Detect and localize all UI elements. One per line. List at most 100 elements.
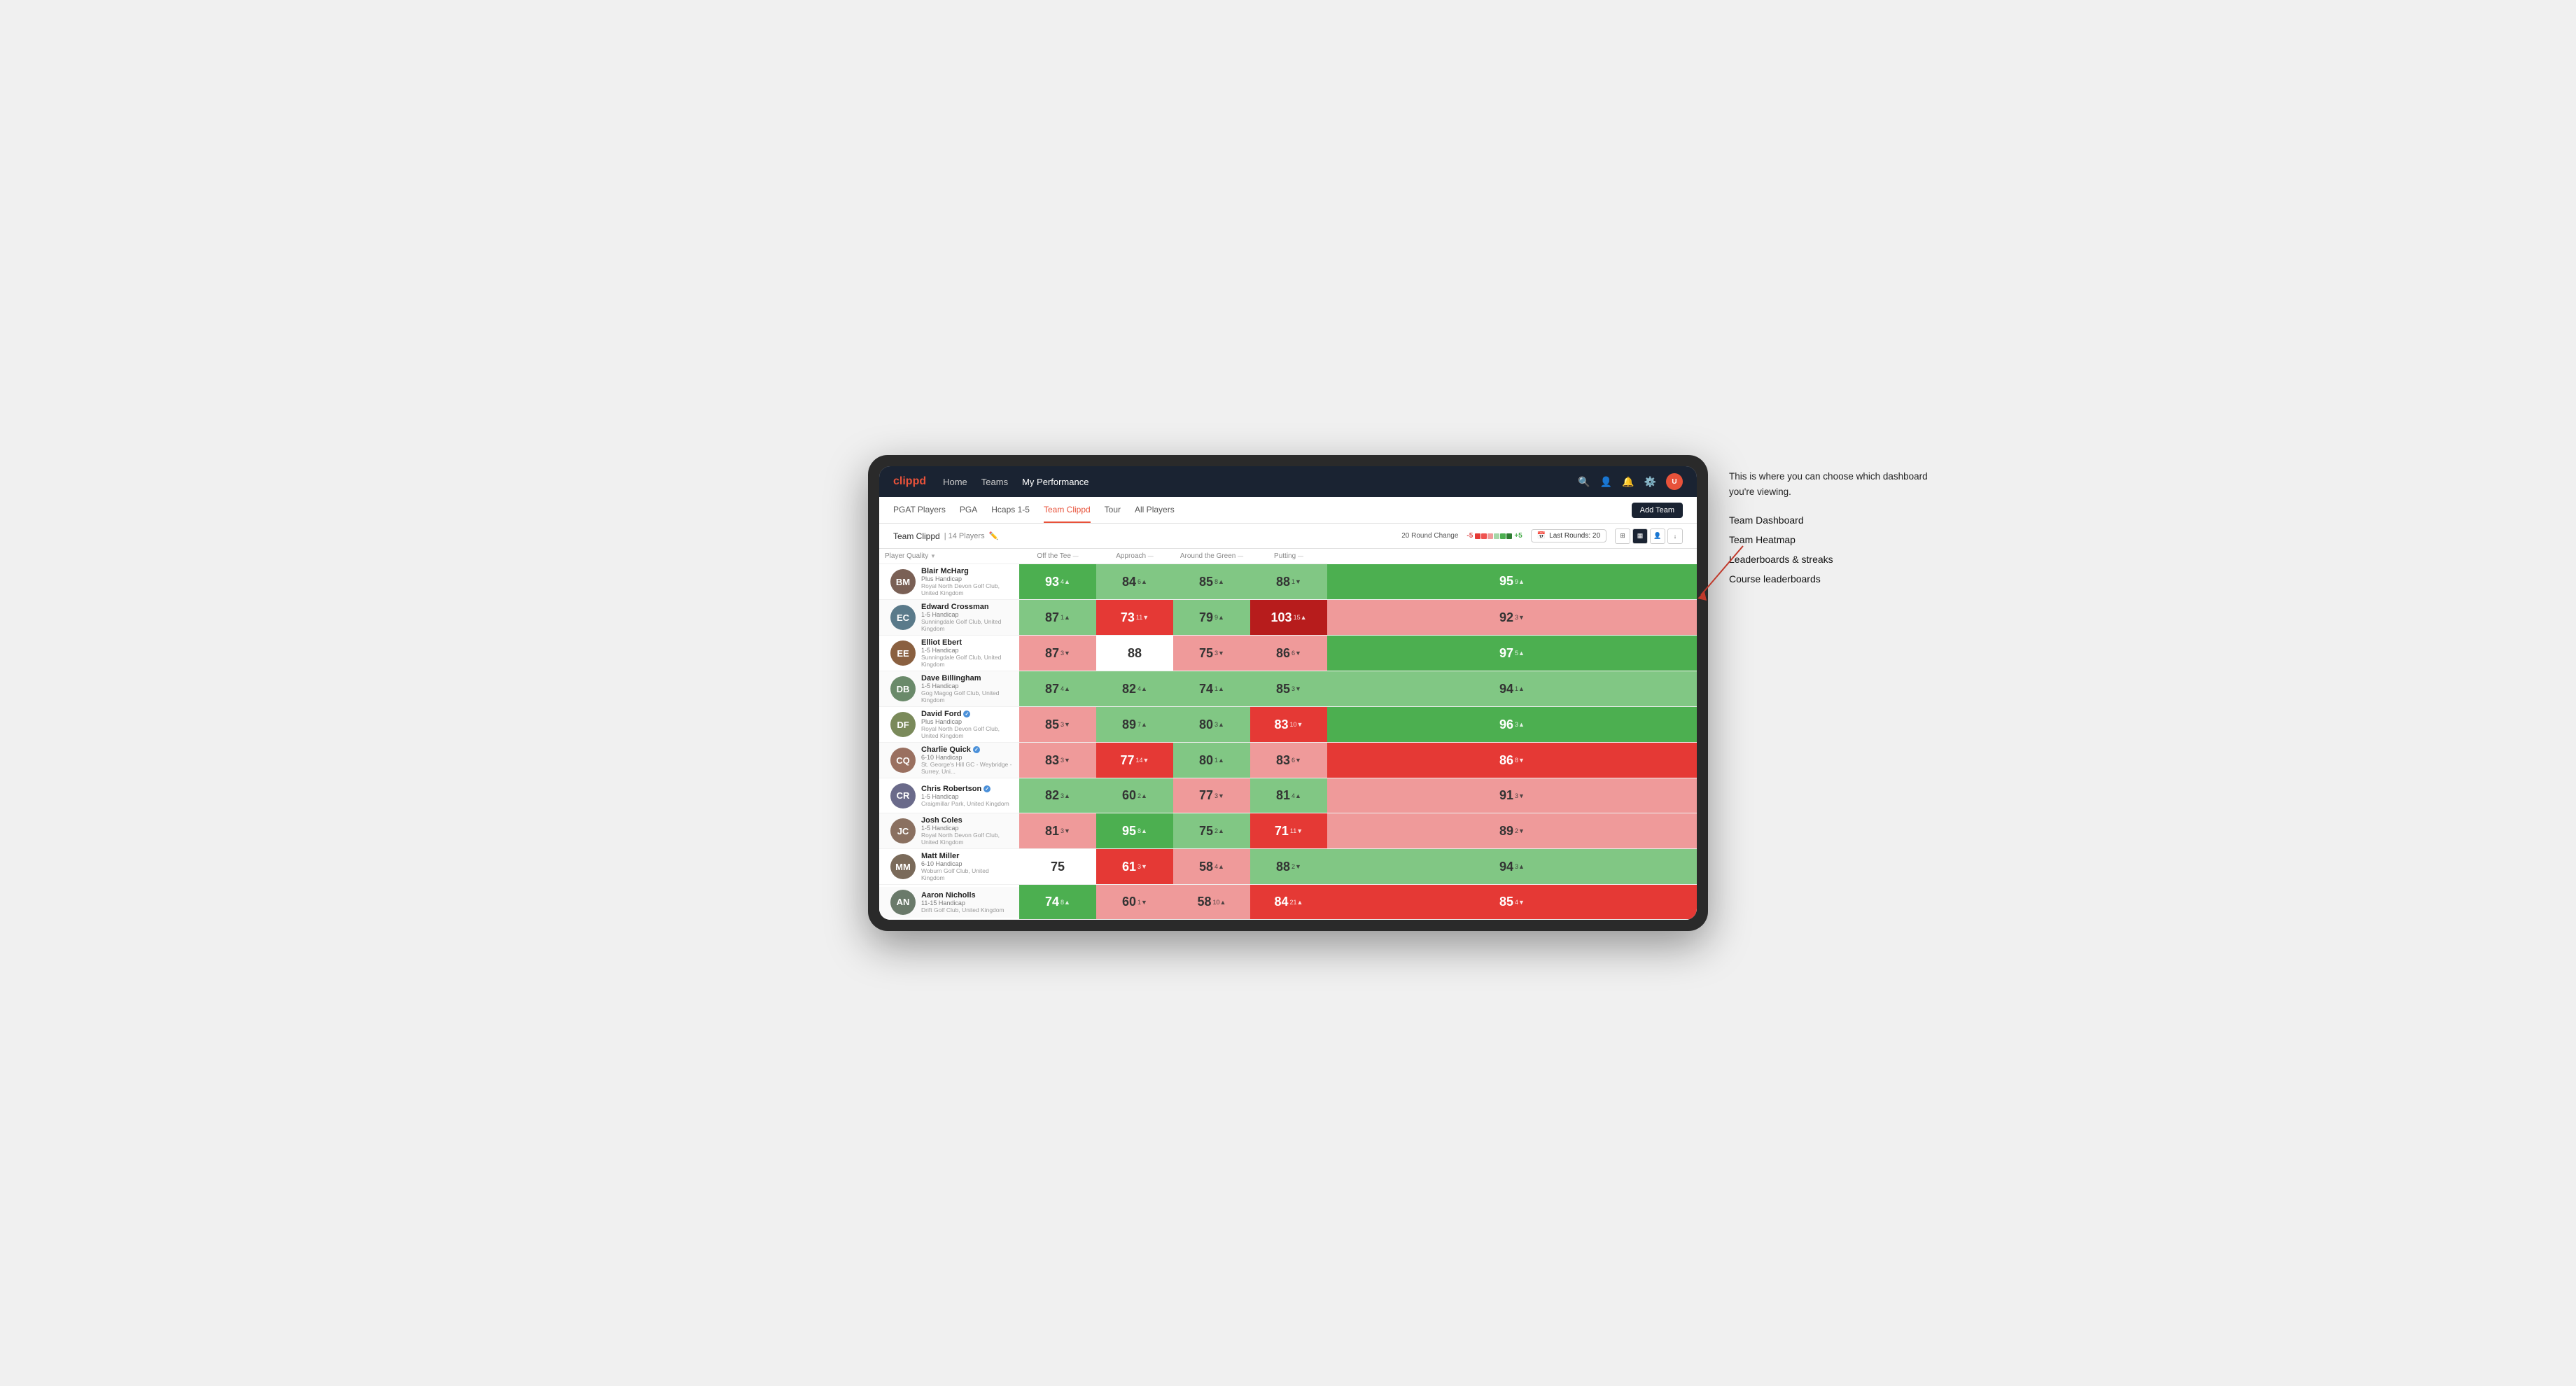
sub-nav-pga[interactable]: PGA <box>960 498 977 523</box>
player-handicap: 6-10 Handicap <box>921 860 1014 867</box>
score-cell-6-1: 60 2▲ <box>1096 778 1173 813</box>
player-avatar: EC <box>890 605 916 630</box>
score-cell-0-2: 85 8▲ <box>1173 564 1250 600</box>
score-cell-5-0: 83 3▼ <box>1019 743 1096 778</box>
sub-nav: PGAT Players PGA Hcaps 1-5 Team Clippd T… <box>879 497 1697 524</box>
score-cell-6-2: 77 3▼ <box>1173 778 1250 813</box>
score-change: 1▲ <box>1515 685 1525 692</box>
sub-nav-hcaps[interactable]: Hcaps 1-5 <box>991 498 1030 523</box>
score-change: 3▼ <box>1214 792 1224 799</box>
score-value: 82 <box>1122 682 1136 696</box>
player-cell-2[interactable]: EEElliot Ebert1-5 HandicapSunningdale Go… <box>879 636 1019 671</box>
score-change: 6▼ <box>1292 757 1301 764</box>
player-handicap: Plus Handicap <box>921 718 1014 725</box>
settings-icon[interactable]: ⚙️ <box>1644 476 1656 488</box>
bar-neg-value: -5 <box>1466 532 1473 540</box>
player-club: Drift Golf Club, United Kingdom <box>921 906 1004 913</box>
nav-link-teams[interactable]: Teams <box>981 477 1008 487</box>
team-player-count: | 14 Players <box>944 532 985 540</box>
nav-link-home[interactable]: Home <box>943 477 967 487</box>
player-handicap: 1-5 Handicap <box>921 825 1014 832</box>
edit-icon[interactable]: ✏️ <box>989 531 999 540</box>
col-header-around-green[interactable]: Around the Green — <box>1173 549 1250 564</box>
score-cell-1-4: 92 3▼ <box>1327 600 1697 636</box>
score-change: 3▼ <box>1060 757 1070 764</box>
score-cell-3-3: 85 3▼ <box>1250 671 1327 707</box>
score-cell-5-4: 86 8▼ <box>1327 743 1697 778</box>
score-change: 3▼ <box>1060 721 1070 728</box>
add-team-button[interactable]: Add Team <box>1632 503 1683 518</box>
player-club: Sunningdale Golf Club, United Kingdom <box>921 618 1014 632</box>
score-cell-8-2: 58 4▲ <box>1173 849 1250 885</box>
score-change: 8▲ <box>1214 578 1224 585</box>
bell-icon[interactable]: 🔔 <box>1622 476 1634 488</box>
avatar[interactable]: U <box>1666 473 1683 490</box>
view-heatmap-button[interactable]: ▦ <box>1632 528 1648 544</box>
score-change: 9▲ <box>1214 614 1224 621</box>
table-row: EEElliot Ebert1-5 HandicapSunningdale Go… <box>879 636 1697 671</box>
player-club: Royal North Devon Golf Club, United King… <box>921 582 1014 596</box>
annotation-item-team-heatmap: Team Heatmap <box>1729 530 1953 550</box>
score-change: 15▲ <box>1294 614 1307 621</box>
col-header-player-quality[interactable]: Player Quality ▼ <box>879 549 1019 564</box>
player-cell-7[interactable]: JCJosh Coles1-5 HandicapRoyal North Devo… <box>879 813 1019 849</box>
col-header-putting[interactable]: Putting — <box>1250 549 1327 564</box>
player-cell-0[interactable]: BMBlair McHargPlus HandicapRoyal North D… <box>879 564 1019 600</box>
score-cell-9-2: 58 10▲ <box>1173 885 1250 920</box>
table-row: DFDavid Ford✓Plus HandicapRoyal North De… <box>879 707 1697 743</box>
player-cell-9[interactable]: ANAaron Nicholls11-15 HandicapDrift Golf… <box>879 885 1019 920</box>
player-cell-5[interactable]: CQCharlie Quick✓6-10 HandicapSt. George'… <box>879 743 1019 778</box>
round-change-label: 20 Round Change <box>1401 532 1458 540</box>
score-change: 6▲ <box>1138 578 1147 585</box>
user-icon[interactable]: 👤 <box>1600 476 1612 488</box>
score-value: 83 <box>1275 718 1289 732</box>
player-handicap: 1-5 Handicap <box>921 793 1009 800</box>
score-value: 75 <box>1199 646 1213 661</box>
search-icon[interactable]: 🔍 <box>1578 476 1590 488</box>
player-table: Player Quality ▼ Off the Tee — Approach … <box>879 549 1697 920</box>
table-row: BMBlair McHargPlus HandicapRoyal North D… <box>879 564 1697 600</box>
view-avatar-button[interactable]: 👤 <box>1650 528 1665 544</box>
player-cell-6[interactable]: CRChris Robertson✓1-5 HandicapCraigmilla… <box>879 778 1019 813</box>
last-rounds-icon: 📅 <box>1537 532 1546 540</box>
view-download-button[interactable]: ↓ <box>1667 528 1683 544</box>
col-header-approach[interactable]: Approach — <box>1096 549 1173 564</box>
score-value: 74 <box>1045 895 1059 909</box>
player-cell-1[interactable]: ECEdward Crossman1-5 HandicapSunningdale… <box>879 600 1019 636</box>
player-name: Aaron Nicholls <box>921 891 1004 899</box>
score-value: 95 <box>1499 574 1513 589</box>
nav-link-my-performance[interactable]: My Performance <box>1022 477 1088 487</box>
score-cell-2-1: 88 <box>1096 636 1173 671</box>
score-change: 3▼ <box>1515 792 1525 799</box>
score-change: 8▲ <box>1060 899 1070 906</box>
sub-nav-pgat-players[interactable]: PGAT Players <box>893 498 946 523</box>
sub-nav-all-players[interactable]: All Players <box>1135 498 1175 523</box>
col-header-off-tee[interactable]: Off the Tee — <box>1019 549 1096 564</box>
score-value: 103 <box>1271 610 1292 625</box>
score-value: 87 <box>1045 610 1059 625</box>
score-cell-0-3: 88 1▼ <box>1250 564 1327 600</box>
score-change: 14▼ <box>1136 757 1149 764</box>
table-row: ECEdward Crossman1-5 HandicapSunningdale… <box>879 600 1697 636</box>
score-change: 3▼ <box>1292 685 1301 692</box>
player-cell-4[interactable]: DFDavid Ford✓Plus HandicapRoyal North De… <box>879 707 1019 743</box>
player-name: Blair McHarg <box>921 567 1014 575</box>
ipad-screen: clippd Home Teams My Performance 🔍 👤 🔔 ⚙… <box>879 466 1697 920</box>
sub-nav-team-clippd[interactable]: Team Clippd <box>1044 498 1091 523</box>
score-change: 2▲ <box>1214 827 1224 834</box>
last-rounds-button[interactable]: 📅 Last Rounds: 20 <box>1531 529 1606 542</box>
score-change: 4▲ <box>1060 685 1070 692</box>
score-value: 85 <box>1499 895 1513 909</box>
page-annotation: This is where you can choose which dashb… <box>1729 469 1953 589</box>
player-cell-3[interactable]: DBDave Billingham1-5 HandicapGog Magog G… <box>879 671 1019 707</box>
player-avatar: JC <box>890 818 916 844</box>
annotation-items-list: Team Dashboard Team Heatmap Leaderboards… <box>1729 510 1953 589</box>
view-grid-button[interactable]: ⊞ <box>1615 528 1630 544</box>
sub-nav-tour[interactable]: Tour <box>1105 498 1121 523</box>
player-avatar: MM <box>890 854 916 879</box>
player-name: David Ford✓ <box>921 710 1014 718</box>
score-value: 61 <box>1122 860 1136 874</box>
score-cell-3-1: 82 4▲ <box>1096 671 1173 707</box>
player-avatar: CQ <box>890 748 916 773</box>
player-cell-8[interactable]: MMMatt Miller6-10 HandicapWoburn Golf Cl… <box>879 849 1019 885</box>
